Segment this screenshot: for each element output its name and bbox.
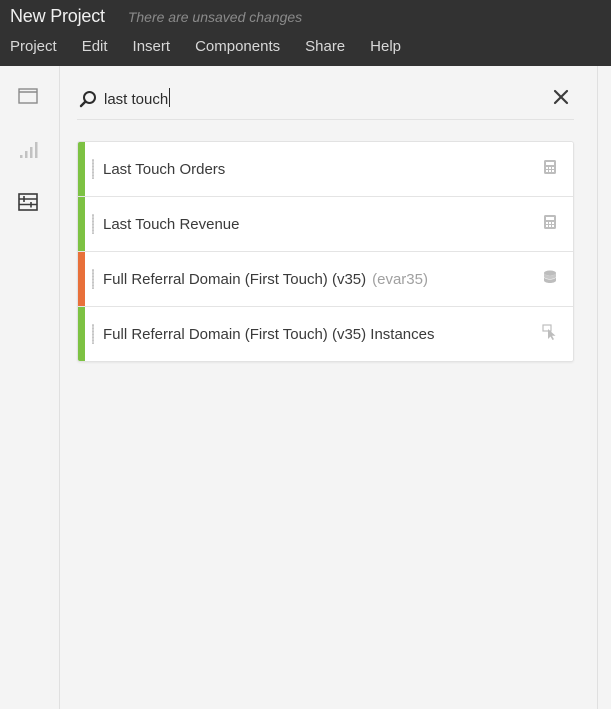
menu-insert[interactable]: Insert	[133, 38, 171, 55]
list-item[interactable]: Full Referral Domain (First Touch) (v35)…	[78, 252, 573, 307]
right-panel-edge	[597, 66, 611, 709]
drag-handle[interactable]	[92, 269, 94, 289]
component-label: Last Touch Revenue	[103, 215, 240, 233]
component-type-bar	[78, 197, 85, 251]
menu-share[interactable]: Share	[305, 38, 345, 55]
top-bar: New Project There are unsaved changes Pr…	[0, 0, 611, 66]
list-item[interactable]: Last Touch Orders	[78, 142, 573, 197]
menu-bar: Project Edit Insert Components Share Hel…	[10, 38, 426, 55]
panels-icon[interactable]	[16, 84, 40, 108]
visualizations-icon[interactable]	[16, 138, 40, 162]
close-icon[interactable]	[552, 88, 570, 106]
components-panel: Last Touch Orders Last Touch Revenue Ful…	[60, 66, 598, 709]
search-results-list: Last Touch Orders Last Touch Revenue Ful…	[77, 141, 574, 362]
component-label: Full Referral Domain (First Touch) (v35)…	[103, 270, 428, 288]
list-item[interactable]: Last Touch Revenue	[78, 197, 573, 252]
drag-handle[interactable]	[92, 159, 94, 179]
search-bar	[77, 82, 574, 120]
component-type-bar	[78, 142, 85, 196]
component-label: Last Touch Orders	[103, 160, 226, 178]
text-cursor	[169, 88, 170, 107]
components-icon[interactable]	[16, 190, 40, 214]
list-item[interactable]: Full Referral Domain (First Touch) (v35)…	[78, 307, 573, 361]
component-label: Full Referral Domain (First Touch) (v35)…	[103, 325, 435, 343]
component-type-bar	[78, 307, 85, 361]
menu-project[interactable]: Project	[10, 38, 57, 55]
component-type-bar	[78, 252, 85, 306]
drag-handle[interactable]	[92, 324, 94, 344]
calculator-icon	[542, 214, 558, 230]
title-row: New Project There are unsaved changes	[10, 6, 302, 30]
menu-components[interactable]: Components	[195, 38, 280, 55]
pointer-icon	[542, 324, 558, 340]
left-rail	[0, 66, 60, 709]
database-icon	[542, 269, 558, 285]
search-icon	[79, 90, 97, 108]
menu-edit[interactable]: Edit	[82, 38, 108, 55]
search-input[interactable]	[104, 87, 524, 111]
unsaved-changes-notice: There are unsaved changes	[127, 9, 303, 25]
calculator-icon	[542, 159, 558, 175]
project-title[interactable]: New Project	[10, 6, 105, 27]
drag-handle[interactable]	[92, 214, 94, 234]
menu-help[interactable]: Help	[370, 38, 401, 55]
